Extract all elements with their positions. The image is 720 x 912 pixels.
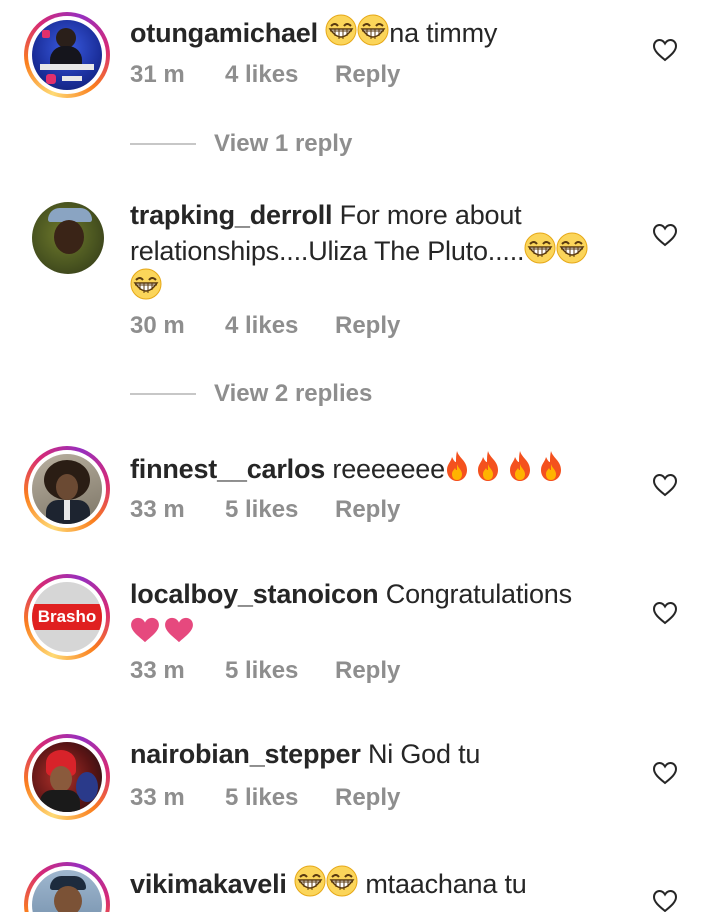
avatar[interactable]: Brasho <box>24 574 110 660</box>
fire-emoji <box>508 450 532 482</box>
comment-likes[interactable]: 5 likes <box>225 496 335 524</box>
comment-text: otungamichael na timmy <box>130 14 630 50</box>
comment-time: 31 m <box>130 61 185 88</box>
avatar[interactable] <box>24 446 110 532</box>
reply-button[interactable]: Reply <box>335 496 400 524</box>
reply-button[interactable]: Reply <box>335 784 400 812</box>
comment-likes[interactable]: 5 likes <box>225 784 335 812</box>
comment-body: reeeeeee <box>332 454 445 484</box>
comment-body: na timmy <box>389 18 498 48</box>
comment-meta: 33 m 5 likes Reply <box>130 657 400 685</box>
comment-likes[interactable]: 4 likes <box>225 61 335 89</box>
avatar[interactable] <box>24 862 110 912</box>
comment-meta: 33 m 5 likes Reply <box>130 784 400 812</box>
grin-squint-emoji <box>357 14 389 46</box>
comment-body: relationships....Uliza The Pluto..... <box>130 236 525 266</box>
avatar[interactable] <box>24 12 110 98</box>
like-heart-icon[interactable] <box>652 601 678 625</box>
comment-likes[interactable]: 5 likes <box>225 657 335 685</box>
comment-username[interactable]: vikimakaveli <box>130 869 287 899</box>
comment-username[interactable]: otungamichael <box>130 18 318 48</box>
comment-text: vikimakaveli mtaachana tu <box>130 865 630 901</box>
comment-body: Congratulations <box>385 579 572 609</box>
avatar[interactable] <box>24 734 110 820</box>
comment-time: 33 m <box>130 657 185 684</box>
comment-meta: 31 m 4 likes Reply <box>130 61 400 89</box>
comment-time: 30 m <box>130 312 185 339</box>
fire-emoji <box>539 450 563 482</box>
grin-squint-emoji <box>326 865 358 897</box>
comment-meta: 33 m 5 likes Reply <box>130 496 400 524</box>
reply-button[interactable]: Reply <box>335 61 400 89</box>
avatar[interactable] <box>32 202 104 274</box>
grin-squint-emoji <box>524 232 556 264</box>
comment-likes[interactable]: 4 likes <box>225 312 335 340</box>
comment-username[interactable]: trapking_derroll <box>130 200 333 230</box>
divider-line <box>130 143 196 145</box>
comment-text: trapking_derroll For more about relation… <box>130 198 630 304</box>
reply-button[interactable]: Reply <box>335 312 400 340</box>
like-heart-icon[interactable] <box>652 223 678 247</box>
pink-heart-emoji <box>164 617 194 643</box>
comment-username[interactable]: finnest__carlos <box>130 454 325 484</box>
grin-squint-emoji <box>556 232 588 264</box>
like-heart-icon[interactable] <box>652 38 678 62</box>
comment-body: Ni God tu <box>367 739 481 769</box>
like-heart-icon[interactable] <box>652 761 678 785</box>
fire-emoji <box>476 450 500 482</box>
view-replies-label[interactable]: View 1 reply <box>214 130 352 158</box>
comment-username[interactable]: nairobian_stepper <box>130 739 361 769</box>
comment-body: mtaachana tu <box>365 869 527 899</box>
fire-emoji <box>445 450 469 482</box>
grin-squint-emoji <box>130 268 162 300</box>
view-replies-button[interactable]: View 1 reply <box>130 130 352 158</box>
comment-body: For more about <box>339 200 522 230</box>
avatar-label: Brasho <box>37 607 97 626</box>
pink-heart-emoji <box>130 617 160 643</box>
reply-button[interactable]: Reply <box>335 657 400 685</box>
comment-text: finnest__carlos reeeeeee <box>130 450 630 486</box>
divider-line <box>130 393 196 395</box>
comment-time: 33 m <box>130 496 185 523</box>
like-heart-icon[interactable] <box>652 889 678 912</box>
grin-squint-emoji <box>294 865 326 897</box>
view-replies-button[interactable]: View 2 replies <box>130 380 372 408</box>
like-heart-icon[interactable] <box>652 473 678 497</box>
comment-meta: 30 m 4 likes Reply <box>130 312 400 340</box>
grin-squint-emoji <box>325 14 357 46</box>
comment-username[interactable]: localboy_stanoicon <box>130 579 379 609</box>
view-replies-label[interactable]: View 2 replies <box>214 380 372 408</box>
comment-text: localboy_stanoicon Congratulations <box>130 577 630 647</box>
comment-time: 33 m <box>130 784 185 811</box>
comment-text: nairobian_stepper Ni God tu <box>130 737 630 771</box>
